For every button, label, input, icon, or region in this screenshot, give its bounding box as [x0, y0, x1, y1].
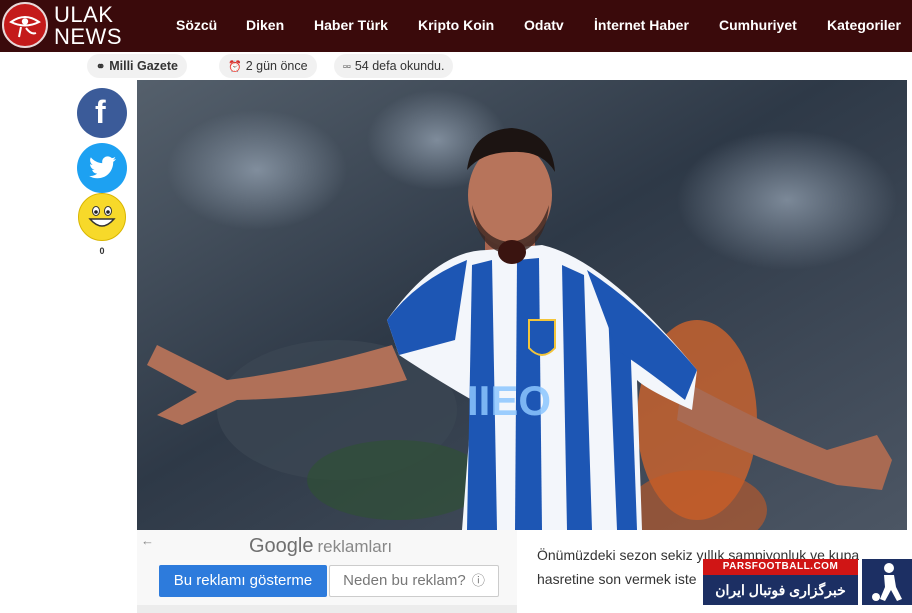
- article-hero-image: IIEO: [137, 80, 907, 530]
- eye-of-horus-icon: [2, 2, 48, 48]
- facebook-share-button[interactable]: f: [77, 88, 127, 138]
- twitter-bird-icon: [89, 156, 116, 179]
- nav-item-cumhuriyet[interactable]: Cumhuriyet: [719, 17, 797, 33]
- smile-reaction-button[interactable]: [78, 193, 126, 241]
- google-logo-text: Google: [249, 535, 314, 557]
- twitter-share-button[interactable]: [77, 143, 127, 193]
- link-icon: ⚭: [96, 61, 106, 73]
- google-ads-heading: Google reklamları: [249, 535, 392, 558]
- svg-text:IIEO: IIEO: [467, 377, 551, 424]
- site-logo[interactable]: ULAK NEWS: [2, 2, 122, 50]
- nav-item-odatv[interactable]: Odatv: [524, 17, 564, 33]
- back-arrow-icon[interactable]: ←: [141, 533, 154, 548]
- nav-item-kripto-koin[interactable]: Kripto Koin: [418, 17, 494, 33]
- logo-wordmark: ULAK NEWS: [54, 2, 122, 49]
- reads-label: 54 defa okundu.: [354, 59, 445, 73]
- facebook-icon: f: [95, 94, 106, 130]
- time-chip: ⏰ 2 gün önce: [219, 54, 317, 78]
- footballer-silhouette-icon: [859, 559, 912, 605]
- time-label: 2 gün önce: [245, 59, 308, 73]
- source-chip[interactable]: ⚭ Milli Gazete: [87, 54, 187, 78]
- why-this-ad-button[interactable]: Neden bu reklam? ⓘ: [329, 565, 499, 597]
- alarm-clock-icon: ⏰: [228, 61, 242, 73]
- nav-item-internet-haber[interactable]: İnternet Haber: [594, 17, 689, 33]
- watermark-title: خبرگزاری فوتبال ایران: [703, 575, 858, 605]
- why-this-ad-label: Neden bu reklam?: [343, 572, 466, 589]
- footballer-celebration-image: IIEO: [137, 80, 907, 530]
- article-meta: ⚭ Milli Gazete ⏰ 2 gün önce ▫▫ 54 defa okun…: [0, 52, 912, 80]
- reads-chip: ▫▫ 54 defa okundu.: [334, 54, 454, 78]
- parsfootball-watermark: PARSFOOTBALL.COM خبرگزاری فوتبال ایران: [703, 559, 912, 608]
- nav-item-kategoriler[interactable]: Kategoriler: [827, 17, 901, 33]
- top-navigation-bar: ULAK NEWS Sözcü Diken Haber Türk Kripto …: [0, 0, 912, 52]
- nav-item-haber-turk[interactable]: Haber Türk: [314, 17, 388, 33]
- ads-label: reklamları: [317, 537, 393, 556]
- grinning-face-icon: [88, 206, 116, 227]
- info-icon: ⓘ: [471, 573, 485, 588]
- stop-seeing-ad-button[interactable]: Bu reklamı gösterme: [159, 565, 327, 597]
- nav-item-diken[interactable]: Diken: [246, 17, 284, 33]
- reaction-count: 0: [99, 246, 105, 256]
- source-label: Milli Gazete: [109, 59, 178, 73]
- views-icon: ▫▫: [343, 61, 351, 73]
- ad-bottom-strip: [137, 605, 517, 613]
- google-ad-block: ← Google reklamları Bu reklamı gösterme N…: [137, 530, 517, 613]
- nav-item-sozcu[interactable]: Sözcü: [176, 17, 217, 33]
- watermark-url: PARSFOOTBALL.COM: [703, 559, 858, 575]
